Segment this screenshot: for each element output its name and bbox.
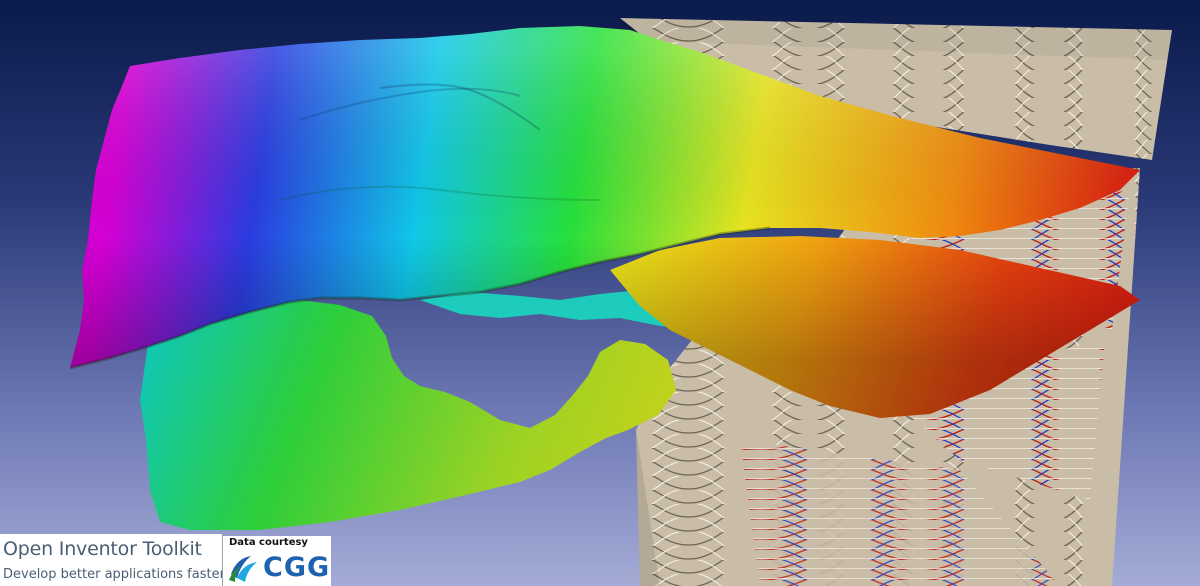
product-branding: Open Inventor Toolkit Develop better app… (0, 534, 225, 586)
product-tagline: Develop better applications faster (3, 567, 225, 582)
cgg-logo-text: CGG (263, 552, 331, 583)
lower-horizon-left (140, 290, 720, 530)
product-title: Open Inventor Toolkit (3, 538, 202, 560)
data-credit: Data courtesy CGG (222, 536, 331, 586)
3d-viewport[interactable] (0, 0, 1200, 586)
cgg-logo-icon (229, 556, 257, 582)
data-courtesy-label: Data courtesy (229, 537, 308, 548)
